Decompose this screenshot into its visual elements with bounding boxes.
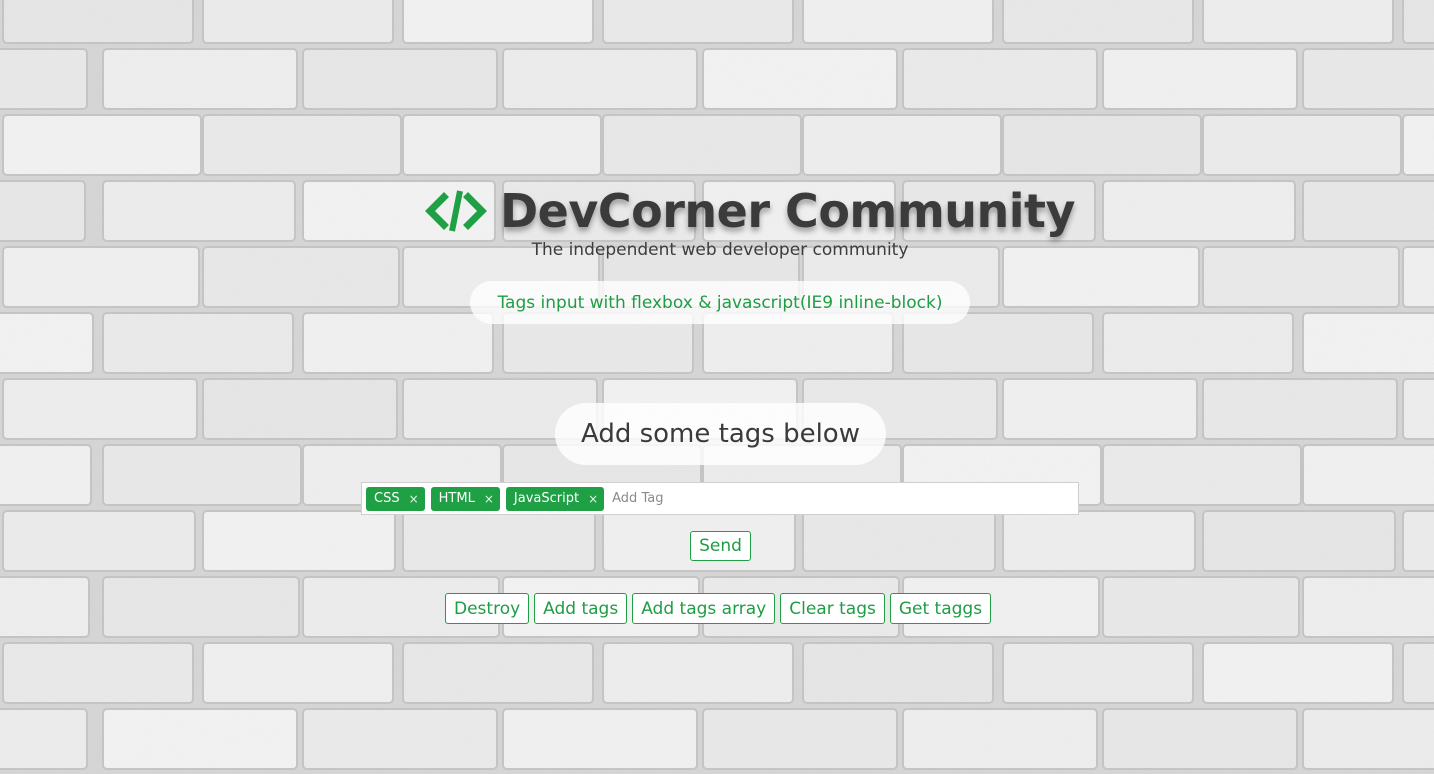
brand-title: DevCorner Community: [500, 184, 1076, 238]
tag-chip: HTML ×: [430, 486, 500, 511]
tag-chip: CSS ×: [366, 486, 425, 511]
code-brackets-icon: [425, 190, 487, 232]
add-tag-input[interactable]: [610, 486, 1078, 511]
destroy-button[interactable]: Destroy: [445, 593, 530, 624]
tag-remove-icon[interactable]: ×: [409, 492, 419, 506]
tag-chip: JavaScript ×: [505, 486, 605, 511]
brand-header: DevCorner Community: [424, 180, 1076, 242]
add-tags-button[interactable]: Add tags: [534, 593, 628, 624]
tag-label: JavaScript: [513, 491, 580, 506]
tag-label: CSS: [374, 491, 400, 506]
get-tags-button[interactable]: Get taggs: [889, 593, 992, 624]
tags-input-container[interactable]: CSS × HTML × JavaScript ×: [361, 482, 1079, 515]
page-content: DevCorner Community The independent web …: [0, 0, 1434, 774]
tag-remove-icon[interactable]: ×: [588, 492, 598, 506]
section-heading: Add some tags below: [555, 403, 886, 465]
tag-label: HTML: [438, 491, 475, 506]
action-buttons: Destroy Add tags Add tags array Clear ta…: [445, 593, 996, 624]
add-tags-array-button[interactable]: Add tags array: [632, 593, 776, 624]
demo-title-link[interactable]: Tags input with flexbox & javascript(IE9…: [470, 281, 970, 324]
brand-subtitle: The independent web developer community: [531, 240, 909, 260]
clear-tags-button[interactable]: Clear tags: [780, 593, 885, 624]
send-button[interactable]: Send: [690, 531, 751, 561]
tag-remove-icon[interactable]: ×: [484, 492, 494, 506]
